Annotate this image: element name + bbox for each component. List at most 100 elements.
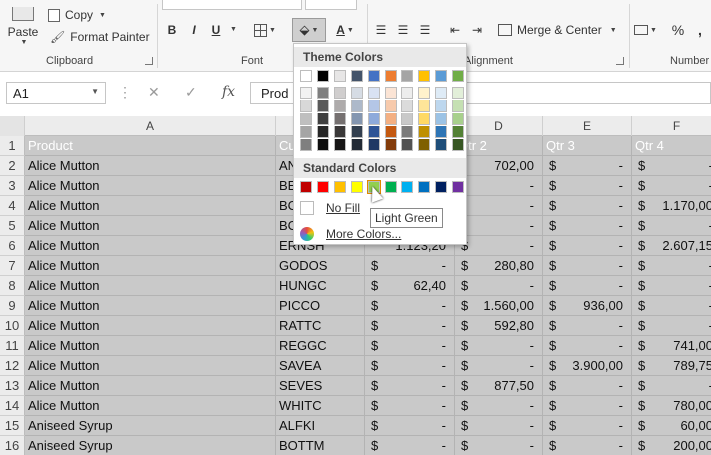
copy-button[interactable]: Copy ▼ [48, 6, 106, 24]
table-cell[interactable]: $- [543, 396, 632, 416]
color-swatch[interactable] [401, 126, 414, 138]
paste-button[interactable]: Paste ▼ [4, 2, 42, 50]
italic-button[interactable]: I [186, 20, 202, 40]
color-swatch[interactable] [300, 181, 312, 193]
font-color-button[interactable]: A ▼ [330, 20, 360, 40]
table-cell[interactable]: Alice Mutton [25, 216, 276, 236]
table-cell[interactable]: $- [543, 176, 632, 196]
color-swatch[interactable] [300, 100, 312, 112]
color-swatch[interactable] [435, 126, 448, 138]
table-cell[interactable]: Alice Mutton [25, 276, 276, 296]
table-cell[interactable]: $- [632, 296, 711, 316]
row-header[interactable]: 10 [0, 316, 25, 336]
enter-icon[interactable]: ✓ [185, 84, 197, 101]
table-cell[interactable]: HUNGC [276, 276, 365, 296]
table-cell[interactable]: $2.607,15 [632, 236, 711, 256]
color-swatch[interactable] [316, 100, 329, 112]
color-swatch[interactable] [418, 181, 431, 193]
table-cell[interactable]: $- [543, 376, 632, 396]
color-swatch[interactable] [350, 139, 363, 151]
color-swatch[interactable] [333, 100, 346, 112]
table-cell[interactable]: SAVEA [276, 356, 365, 376]
color-swatch[interactable] [316, 139, 329, 151]
table-cell[interactable]: $936,00 [543, 296, 632, 316]
color-swatch[interactable] [384, 70, 397, 82]
format-painter-button[interactable]: 🖌 Format Painter [50, 28, 150, 46]
row-header[interactable]: 7 [0, 256, 25, 276]
color-swatch[interactable] [401, 139, 414, 151]
table-cell[interactable]: $- [455, 336, 543, 356]
table-cell[interactable]: $- [365, 416, 455, 436]
color-swatch[interactable] [384, 126, 397, 138]
font-name-box[interactable] [162, 0, 302, 10]
color-swatch[interactable] [452, 139, 465, 151]
table-cell[interactable]: $- [543, 416, 632, 436]
color-swatch[interactable] [418, 113, 431, 125]
table-cell[interactable]: $- [455, 356, 543, 376]
table-cell[interactable]: $- [365, 376, 455, 396]
align-right-button[interactable]: ☰ [416, 20, 434, 40]
bold-button[interactable]: B [164, 20, 180, 40]
table-cell[interactable]: ALFKI [276, 416, 365, 436]
table-cell[interactable]: $- [543, 156, 632, 176]
color-swatch[interactable] [333, 126, 346, 138]
color-swatch[interactable] [418, 100, 431, 112]
color-swatch[interactable] [367, 113, 380, 125]
color-swatch[interactable] [401, 100, 414, 112]
table-cell[interactable]: $- [543, 336, 632, 356]
color-swatch[interactable] [384, 100, 397, 112]
color-swatch[interactable] [300, 126, 312, 138]
row-header[interactable]: 1 [0, 136, 25, 156]
table-cell[interactable]: $- [455, 276, 543, 296]
table-cell[interactable]: $62,40 [365, 276, 455, 296]
table-cell[interactable]: $- [543, 436, 632, 455]
color-swatch[interactable] [333, 181, 346, 193]
row-header[interactable]: 6 [0, 236, 25, 256]
row-header[interactable]: 16 [0, 436, 25, 455]
table-cell[interactable]: BOTTM [276, 436, 365, 455]
color-swatch[interactable] [435, 139, 448, 151]
table-cell[interactable]: $200,00 [632, 436, 711, 455]
table-cell[interactable]: Alice Mutton [25, 156, 276, 176]
table-cell[interactable]: REGGC [276, 336, 365, 356]
color-swatch[interactable] [316, 70, 329, 82]
color-swatch[interactable] [300, 113, 312, 125]
table-cell[interactable]: $- [543, 316, 632, 336]
column-header-d[interactable]: D [455, 116, 543, 136]
table-cell[interactable]: Aniseed Syrup [25, 416, 276, 436]
table-cell[interactable]: $60,00 [632, 416, 711, 436]
table-cell[interactable]: PICCO [276, 296, 365, 316]
color-swatch[interactable] [401, 87, 414, 99]
table-cell[interactable]: $1.170,00 [632, 196, 711, 216]
color-swatch[interactable] [384, 181, 397, 193]
table-cell[interactable]: $1.560,00 [455, 296, 543, 316]
row-header[interactable]: 2 [0, 156, 25, 176]
table-cell[interactable]: $780,00 [632, 396, 711, 416]
color-swatch[interactable] [316, 126, 329, 138]
color-swatch[interactable] [333, 139, 346, 151]
table-cell[interactable]: Qtr 4 [632, 136, 711, 156]
decrease-indent-button[interactable]: ⇤ [446, 20, 464, 40]
table-cell[interactable]: $- [543, 256, 632, 276]
table-cell[interactable]: $- [365, 316, 455, 336]
table-cell[interactable]: $- [365, 436, 455, 455]
color-swatch[interactable] [300, 70, 312, 82]
color-swatch[interactable] [316, 113, 329, 125]
row-header[interactable]: 5 [0, 216, 25, 236]
color-swatch[interactable] [300, 87, 312, 99]
color-swatch[interactable] [452, 70, 465, 82]
underline-button[interactable]: U [208, 20, 224, 40]
color-swatch[interactable] [435, 70, 448, 82]
table-cell[interactable]: Aniseed Syrup [25, 436, 276, 455]
table-cell[interactable]: $- [365, 296, 455, 316]
table-cell[interactable]: $- [543, 276, 632, 296]
color-swatch[interactable] [418, 139, 431, 151]
color-swatch[interactable] [418, 126, 431, 138]
table-cell[interactable]: Alice Mutton [25, 336, 276, 356]
row-header[interactable]: 12 [0, 356, 25, 376]
table-cell[interactable]: Alice Mutton [25, 356, 276, 376]
chevron-down-icon[interactable]: ▼ [230, 26, 237, 33]
name-box[interactable]: A1 ▼ [6, 82, 106, 104]
color-swatch[interactable] [435, 113, 448, 125]
table-cell[interactable]: Alice Mutton [25, 316, 276, 336]
